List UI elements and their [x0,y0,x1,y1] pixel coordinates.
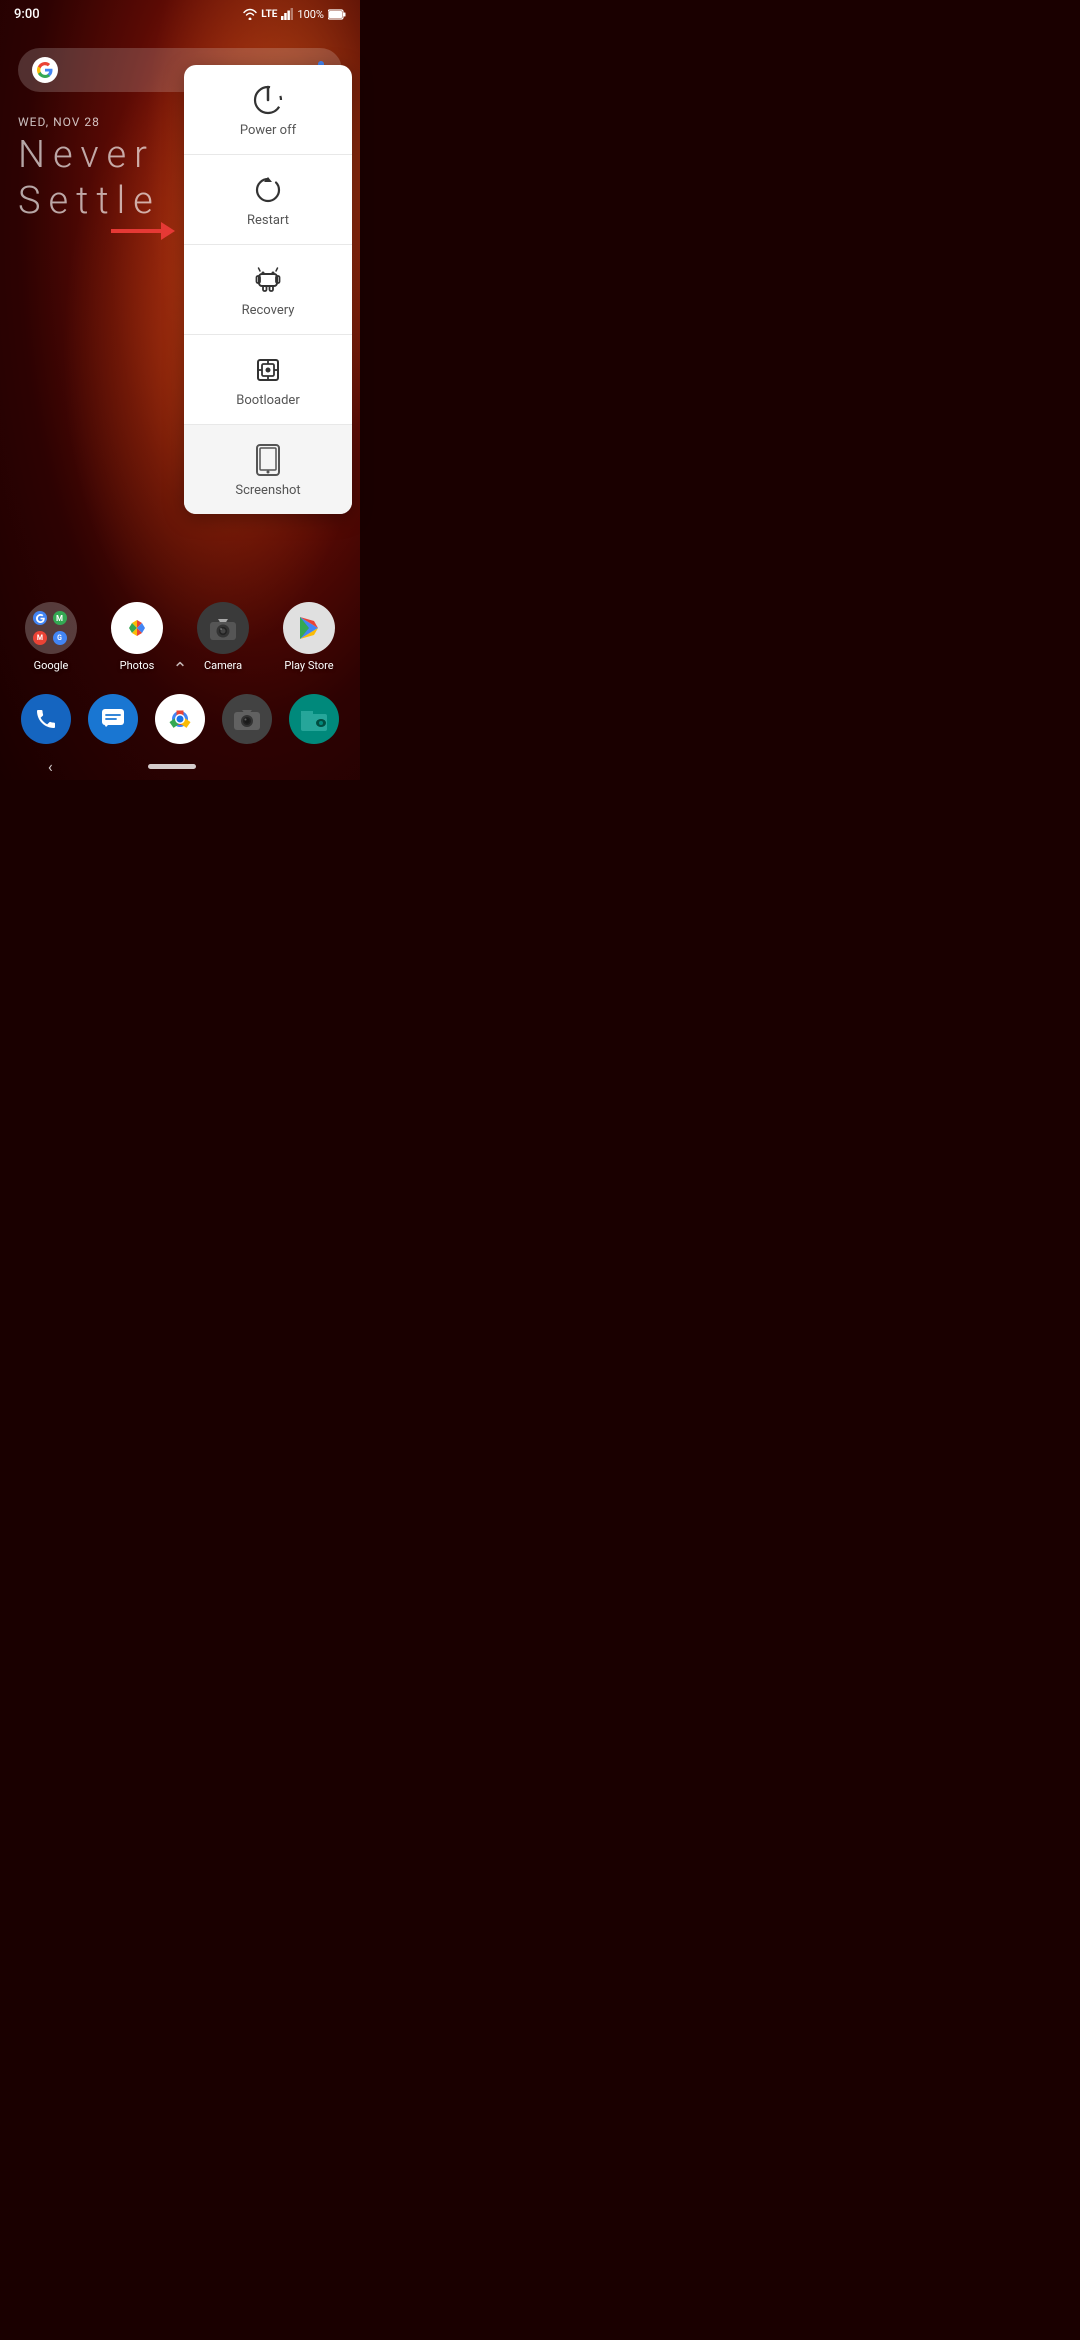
play-store-label: Play Store [284,659,333,672]
chrome-dock-icon[interactable] [155,694,205,744]
lte-icon: LTE [261,9,277,20]
photos-label: Photos [120,659,155,672]
back-button[interactable]: ‹ [48,757,53,776]
wifi-icon [243,8,257,20]
power-menu: Power off Restart [184,65,352,514]
power-off-label: Power off [240,123,296,138]
restart-label: Restart [247,213,289,228]
battery-percent: 100% [297,8,324,21]
day-date: WED, NOV 28 [18,115,161,129]
bootloader-button[interactable]: Bootloader [184,335,352,425]
restart-icon [251,173,285,207]
red-arrow-indicator [111,222,175,240]
photos-icon [111,602,163,654]
dock [0,686,360,752]
play-store-icon [283,602,335,654]
photos-app[interactable]: Photos [111,602,163,672]
camera-dock-icon[interactable] [222,694,272,744]
google-folder-app[interactable]: M M G Google [25,602,77,672]
camera-app[interactable]: Camera [197,602,249,672]
motto: Never Settle [18,133,161,224]
recovery-button[interactable]: Recovery [184,245,352,335]
camera-app-icon [197,602,249,654]
screenshot-icon [253,443,283,477]
recovery-icon [251,263,285,297]
recovery-label: Recovery [242,303,295,318]
google-logo [32,57,58,83]
restart-button[interactable]: Restart [184,155,352,245]
phone-dock-icon[interactable] [21,694,71,744]
power-off-button[interactable]: Power off [184,65,352,155]
status-icons: LTE 100% [243,8,346,21]
bootloader-icon [251,353,285,387]
messages-dock-icon[interactable] [88,694,138,744]
google-folder-icon: M M G [25,602,77,654]
files-dock-icon[interactable] [289,694,339,744]
google-folder-label: Google [34,659,69,672]
power-off-icon [251,83,285,117]
screenshot-label: Screenshot [235,483,300,498]
home-indicator[interactable] [148,764,196,769]
signal-icon [281,8,293,20]
nav-bar: ‹ [0,752,360,780]
status-bar: 9:00 LTE 100% [0,0,360,28]
bootloader-label: Bootloader [236,393,299,408]
play-store-app[interactable]: Play Store [283,602,335,672]
battery-icon [328,9,346,20]
app-row: M M G Google Photos [0,602,360,672]
status-time: 9:00 [14,7,40,22]
wallpaper-date: WED, NOV 28 Never Settle [18,115,161,224]
screenshot-button[interactable]: Screenshot [184,425,352,514]
camera-label: Camera [204,659,242,672]
